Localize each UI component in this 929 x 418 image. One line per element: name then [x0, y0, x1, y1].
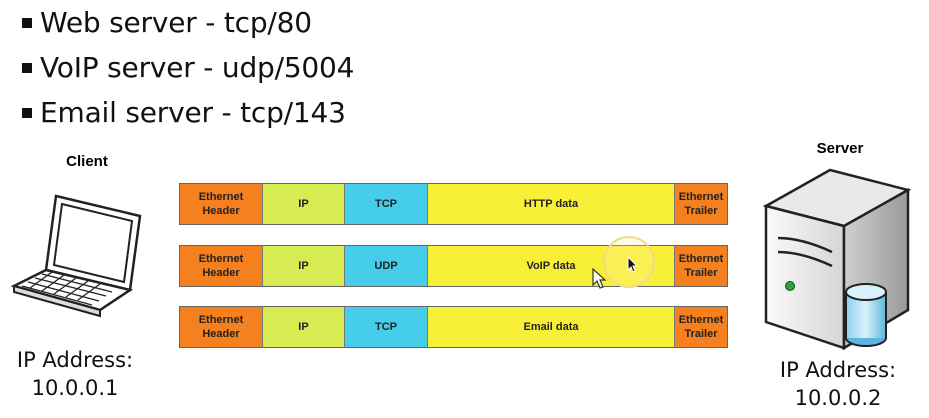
frame-http: Ethernet Header IP TCP HTTP data Ethernet…	[179, 183, 728, 225]
bullet-text: VoIP server - udp/5004	[40, 51, 355, 84]
laptop-icon	[10, 194, 142, 318]
server-ip-value: 10.0.0.2	[794, 386, 882, 410]
bullet-marker	[22, 62, 32, 73]
pointer-cursor-icon	[627, 256, 639, 273]
ip-cell: IP	[263, 246, 345, 286]
data-cell: Email data	[428, 307, 675, 347]
transport-cell: TCP	[345, 307, 428, 347]
arrow-cursor-icon	[592, 268, 607, 289]
data-cell: HTTP data	[428, 184, 675, 224]
transport-cell: UDP	[345, 246, 428, 286]
ethernet-header-cell: Ethernet Header	[180, 246, 263, 286]
port-list: Web server - tcp/80 VoIP server - udp/50…	[22, 0, 354, 135]
client-ip-label: IP Address:	[16, 348, 134, 372]
ethernet-header-cell: Ethernet Header	[180, 184, 263, 224]
server-title: Server	[816, 140, 864, 157]
bullet-marker	[22, 17, 32, 28]
bullet-marker	[22, 107, 32, 118]
ethernet-trailer-cell: Ethernet Trailer	[675, 184, 727, 224]
bullet-email-server: Email server - tcp/143	[22, 90, 354, 135]
ethernet-trailer-cell: Ethernet Trailer	[675, 246, 727, 286]
ip-cell: IP	[263, 184, 345, 224]
client-ip-value: 10.0.0.1	[31, 376, 119, 400]
transport-cell: TCP	[345, 184, 428, 224]
bullet-text: Web server - tcp/80	[40, 6, 312, 39]
server-ip-label: IP Address:	[779, 358, 897, 382]
ethernet-trailer-cell: Ethernet Trailer	[675, 307, 727, 347]
server-ip: IP Address: 10.0.0.2	[763, 356, 913, 412]
bullet-web-server: Web server - tcp/80	[22, 0, 354, 45]
bullet-voip-server: VoIP server - udp/5004	[22, 45, 354, 90]
ip-cell: IP	[263, 307, 345, 347]
ethernet-header-cell: Ethernet Header	[180, 307, 263, 347]
frame-email: Ethernet Header IP TCP Email data Etherne…	[179, 306, 728, 348]
server-icon	[762, 168, 912, 351]
bullet-text: Email server - tcp/143	[40, 96, 346, 129]
client-ip: IP Address: 10.0.0.1	[0, 346, 150, 402]
client-title: Client	[66, 153, 108, 170]
